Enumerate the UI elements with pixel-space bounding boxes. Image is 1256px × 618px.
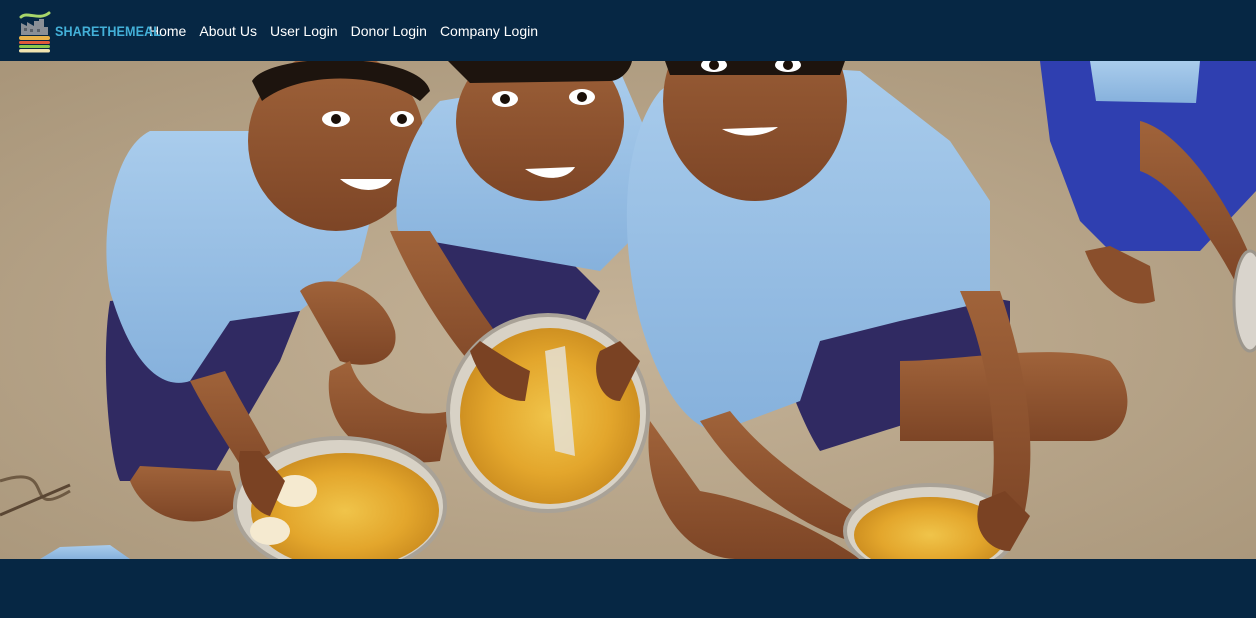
top-navbar: SHARETHEMEAL Home About Us User Login Do… <box>0 0 1256 61</box>
main-nav: Home About Us User Login Donor Login Com… <box>149 23 551 39</box>
hero-banner <box>0 61 1256 559</box>
nav-company-login-link[interactable]: Company Login <box>440 23 538 39</box>
children-eating-meals-photo <box>0 61 1256 559</box>
nav-about-us-link[interactable]: About Us <box>199 23 257 39</box>
brand-link[interactable]: SHARETHEMEAL <box>17 9 162 53</box>
brand-name: SHARETHEMEAL <box>55 22 162 39</box>
nav-user-login-link[interactable]: User Login <box>270 23 338 39</box>
sharethemeal-logo-icon <box>19 11 51 52</box>
footer-bar <box>0 559 1256 618</box>
nav-donor-login-link[interactable]: Donor Login <box>351 23 427 39</box>
